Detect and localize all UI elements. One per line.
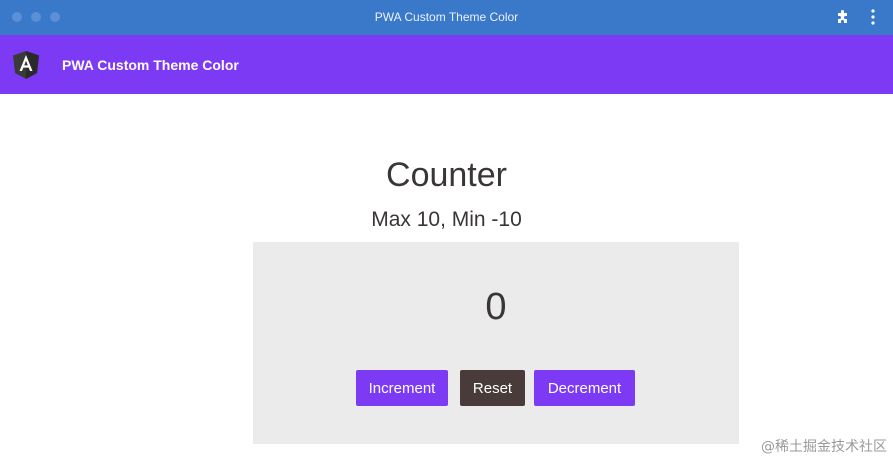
window-title: PWA Custom Theme Color [374,10,519,24]
more-vert-icon[interactable] [865,8,881,26]
counter-value: 0 [485,286,507,328]
toolbar-title: PWA Custom Theme Color [62,57,239,73]
angular-logo-icon [13,51,39,79]
increment-button[interactable]: Increment [356,370,448,406]
browser-window: PWA Custom Theme Color PWA Custom Theme … [0,0,893,462]
decrement-button[interactable]: Decrement [534,370,635,406]
reset-button[interactable]: Reset [460,370,525,406]
app-toolbar: PWA Custom Theme Color [0,35,893,94]
window-titlebar: PWA Custom Theme Color [0,0,893,35]
counter-panel: 0 Increment Reset Decrement [253,242,739,444]
counter-heading: Counter [386,156,507,194]
puzzle-extension-icon[interactable] [835,10,851,26]
counter-limits: Max 10, Min -10 [371,208,522,231]
watermark: @稀土掘金技术社区 [761,439,887,455]
